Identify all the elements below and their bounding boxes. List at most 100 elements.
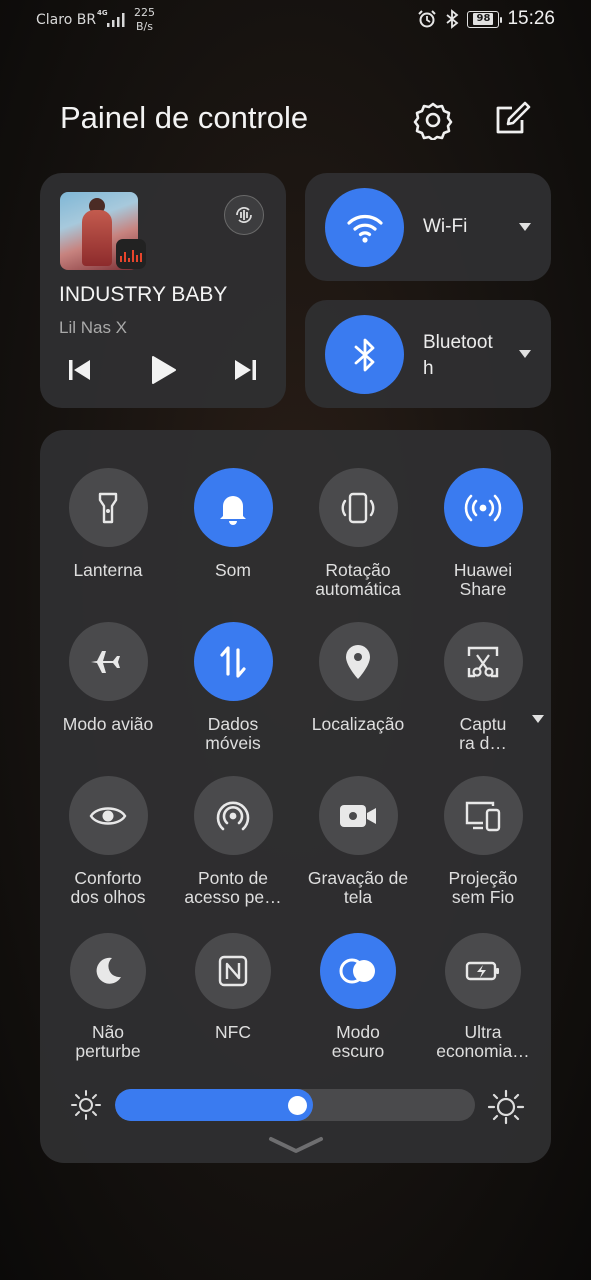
wifi-icon: [346, 214, 383, 243]
projection-icon: [465, 801, 501, 831]
song-title: INDUSTRY BABY: [59, 283, 228, 306]
tile-dados-moveis[interactable]: Dados móveis: [168, 622, 298, 753]
tile-lanterna[interactable]: Lanterna: [43, 468, 173, 580]
hotspot-toggle[interactable]: [193, 776, 273, 855]
nfc-toggle[interactable]: [195, 933, 271, 1009]
artist-name: Lil Nas X: [59, 318, 128, 337]
play-icon: [152, 356, 176, 384]
battery-saver-toggle[interactable]: [445, 933, 521, 1009]
media-player-card[interactable]: INDUSTRY BABY Lil Nas X: [40, 173, 286, 408]
dnd-toggle[interactable]: [70, 933, 146, 1009]
audio-output-button[interactable]: [224, 195, 264, 235]
screen-record-toggle[interactable]: [318, 776, 398, 855]
carrier-name: Claro BR: [36, 12, 97, 28]
tile-gravacao-tela[interactable]: Gravação de tela: [293, 776, 423, 907]
tile-label: NFC: [215, 1022, 251, 1042]
tile-label: Ultra economia…: [436, 1022, 530, 1061]
tile-label: Captu ra d…: [459, 714, 507, 753]
tile-modo-escuro[interactable]: Modo escuro: [293, 933, 423, 1061]
dark-mode-toggle[interactable]: [320, 933, 396, 1009]
tile-huawei-share[interactable]: Huawei Share: [418, 468, 548, 599]
tile-ultra-economia[interactable]: Ultra economia…: [418, 933, 548, 1061]
bluetooth-status-icon: [446, 9, 459, 29]
wifi-card[interactable]: Wi-Fi: [305, 173, 551, 281]
airplane-icon: [91, 650, 120, 673]
location-toggle[interactable]: [318, 622, 398, 701]
eye-comfort-toggle[interactable]: [68, 776, 148, 855]
tile-label: Huawei Share: [453, 560, 513, 599]
next-button[interactable]: [229, 353, 263, 387]
brightness-row: [40, 1085, 551, 1125]
screenshot-expand-icon[interactable]: [532, 715, 544, 723]
wifi-expand-icon[interactable]: [519, 223, 531, 231]
tile-label: Ponto de acesso pe…: [184, 868, 282, 907]
tile-projecao[interactable]: Projeção sem Fio: [418, 776, 548, 907]
bluetooth-label: Bluetoot h: [423, 332, 493, 379]
dark-mode-icon: [339, 958, 375, 984]
tile-captura[interactable]: Captu ra d…: [418, 622, 548, 753]
bluetooth-icon: [354, 338, 374, 371]
brightness-knob[interactable]: [288, 1096, 307, 1115]
wifi-toggle[interactable]: [325, 188, 404, 267]
alarm-icon: [418, 10, 437, 28]
tile-nao-perturbe[interactable]: Não perturbe: [43, 933, 173, 1061]
tile-modo-aviao[interactable]: Modo avião: [43, 622, 173, 734]
tile-label: Projeção sem Fio: [448, 868, 518, 907]
tile-som[interactable]: Som: [168, 468, 298, 580]
brightness-slider[interactable]: [115, 1089, 475, 1121]
screenshot-toggle[interactable]: [443, 622, 523, 701]
flashlight-toggle[interactable]: [68, 468, 148, 547]
settings-gear-icon[interactable]: [413, 100, 453, 140]
collapse-handle-icon[interactable]: [268, 1135, 324, 1155]
signal-icon: [107, 13, 125, 27]
battery-indicator: 98: [467, 10, 503, 28]
sound-toggle[interactable]: [193, 468, 273, 547]
skip-next-icon: [235, 360, 256, 380]
music-app-icon: [116, 239, 146, 269]
flashlight-icon: [98, 492, 118, 523]
mobile-data-toggle[interactable]: [193, 622, 273, 701]
tile-localizacao[interactable]: Localização: [293, 622, 423, 734]
sound-wave-icon: [236, 207, 252, 223]
speed-value: 225: [134, 6, 155, 19]
location-icon: [346, 644, 370, 679]
screenshot-icon: [467, 646, 499, 677]
quick-settings-grid: Lanterna Som Rotação automática Huawei S…: [40, 430, 551, 1163]
mobile-data-icon: [220, 645, 246, 678]
speed-unit: B/s: [136, 20, 153, 33]
tile-rotacao[interactable]: Rotação automática: [293, 468, 423, 599]
tile-ponto-acesso[interactable]: Ponto de acesso pe…: [168, 776, 298, 907]
nfc-icon: [218, 955, 248, 987]
rotation-toggle[interactable]: [318, 468, 398, 547]
status-bar: Claro BR 4G 225 B/s 98 15:26: [0, 0, 591, 44]
tile-label: Rotação automática: [315, 560, 401, 599]
page-title: Painel de controle: [60, 100, 309, 135]
skip-previous-icon: [69, 360, 90, 380]
edit-icon[interactable]: [492, 100, 532, 140]
tile-label: Modo avião: [62, 714, 154, 734]
huawei-share-toggle[interactable]: [443, 468, 523, 547]
tile-label: Gravação de tela: [307, 868, 409, 907]
video-record-icon: [340, 804, 376, 827]
eye-icon: [89, 806, 127, 825]
moon-icon: [96, 957, 121, 984]
battery-saver-icon: [465, 961, 499, 981]
play-button[interactable]: [146, 353, 180, 387]
tile-label: Não perturbe: [75, 1022, 141, 1061]
projection-toggle[interactable]: [443, 776, 523, 855]
tile-label: Som: [215, 560, 251, 580]
tile-nfc[interactable]: NFC: [168, 933, 298, 1042]
brightness-low-icon: [71, 1090, 101, 1120]
airplane-toggle[interactable]: [68, 622, 148, 701]
share-icon: [464, 494, 502, 521]
tile-label: Lanterna: [73, 560, 143, 580]
previous-button[interactable]: [62, 353, 96, 387]
tile-conforto-olhos[interactable]: Conforto dos olhos: [43, 776, 173, 907]
bluetooth-expand-icon[interactable]: [519, 350, 531, 358]
battery-level: 98: [473, 13, 494, 25]
bluetooth-card[interactable]: Bluetoot h: [305, 300, 551, 408]
tile-label: Localização: [311, 714, 405, 734]
rotation-icon: [341, 492, 375, 523]
tile-label: Modo escuro: [331, 1022, 385, 1061]
bluetooth-toggle[interactable]: [325, 315, 404, 394]
